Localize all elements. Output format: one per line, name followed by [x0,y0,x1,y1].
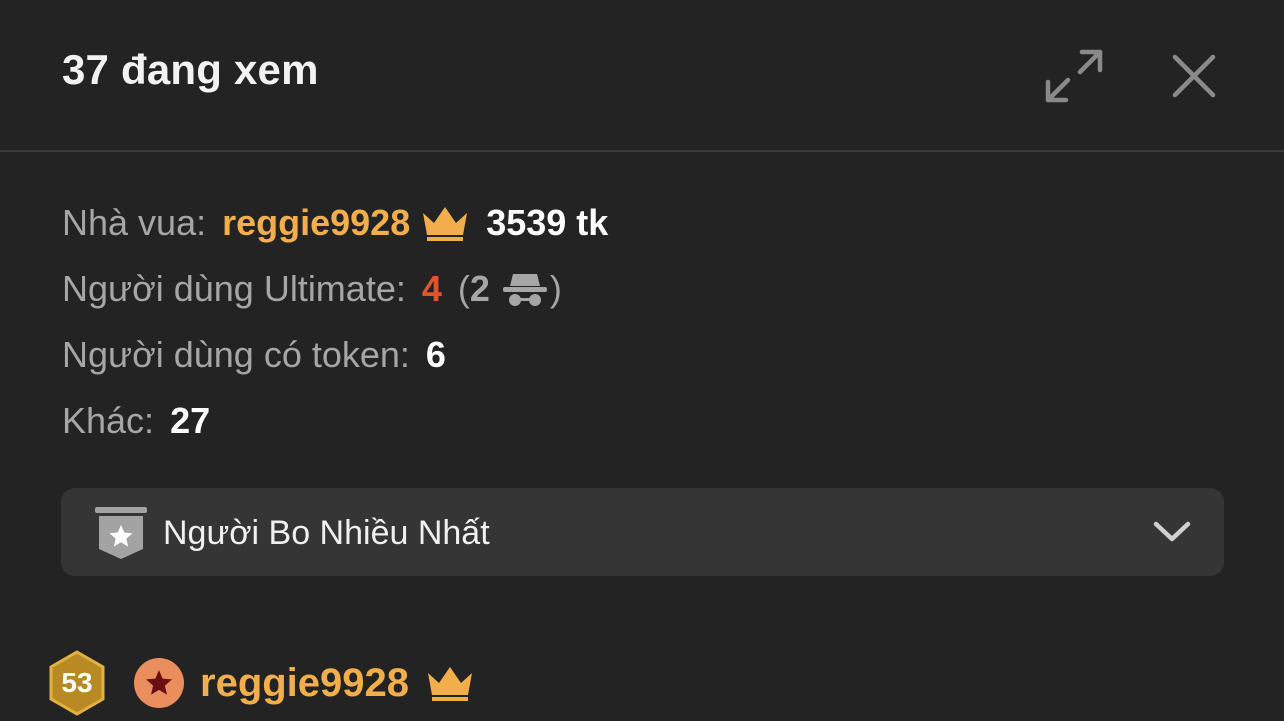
header-divider [0,150,1284,152]
expand-icon [1045,49,1103,103]
token-users-row: Người dùng có token: 6 [62,322,608,388]
king-label: Nhà vua: [62,202,207,243]
expand-button[interactable] [1042,44,1106,108]
fan-badge [134,658,184,708]
others-count: 27 [170,400,211,441]
crown-icon [425,663,475,703]
viewer-username[interactable]: reggie9928 [200,661,409,706]
level-badge: 53 [48,650,106,716]
viewers-panel: 37 đang xem Nhà vua: reggie9928 3539 tk … [0,0,1284,721]
star-badge-icon [93,505,149,566]
viewer-list-item[interactable]: 53 reggie9928 [48,646,475,720]
token-users-label: Người dùng có token: [62,334,410,375]
anonymous-count: 2 [469,268,490,309]
close-icon [1172,54,1216,98]
level-number: 53 [61,667,93,698]
ultimate-row: Người dùng Ultimate: 4 ( 2 ) [62,256,608,322]
token-users-count: 6 [425,334,446,375]
crown-icon [420,203,470,243]
king-tokens: 3539 tk [486,202,609,243]
star-icon [146,670,172,695]
viewer-stats: Nhà vua: reggie9928 3539 tk Người dùng U… [62,190,608,454]
others-label: Khác: [62,400,155,441]
incognito-icon [500,269,550,309]
panel-title: 37 đang xem [62,46,319,93]
ultimate-count: 4 [421,268,442,309]
king-username[interactable]: reggie9928 [222,202,410,244]
sort-dropdown[interactable]: Người Bo Nhiều Nhất [61,488,1224,576]
ultimate-label: Người dùng Ultimate: [62,268,406,309]
others-row: Khác: 27 [62,388,608,454]
close-button[interactable] [1162,44,1226,108]
paren-close: ) [549,268,562,309]
panel-header: 37 đang xem [0,0,1284,150]
king-row: Nhà vua: reggie9928 3539 tk [62,190,608,256]
chevron-down-icon [1152,518,1192,551]
paren-open: ( [457,268,470,309]
sort-dropdown-label: Người Bo Nhiều Nhất [163,514,490,552]
